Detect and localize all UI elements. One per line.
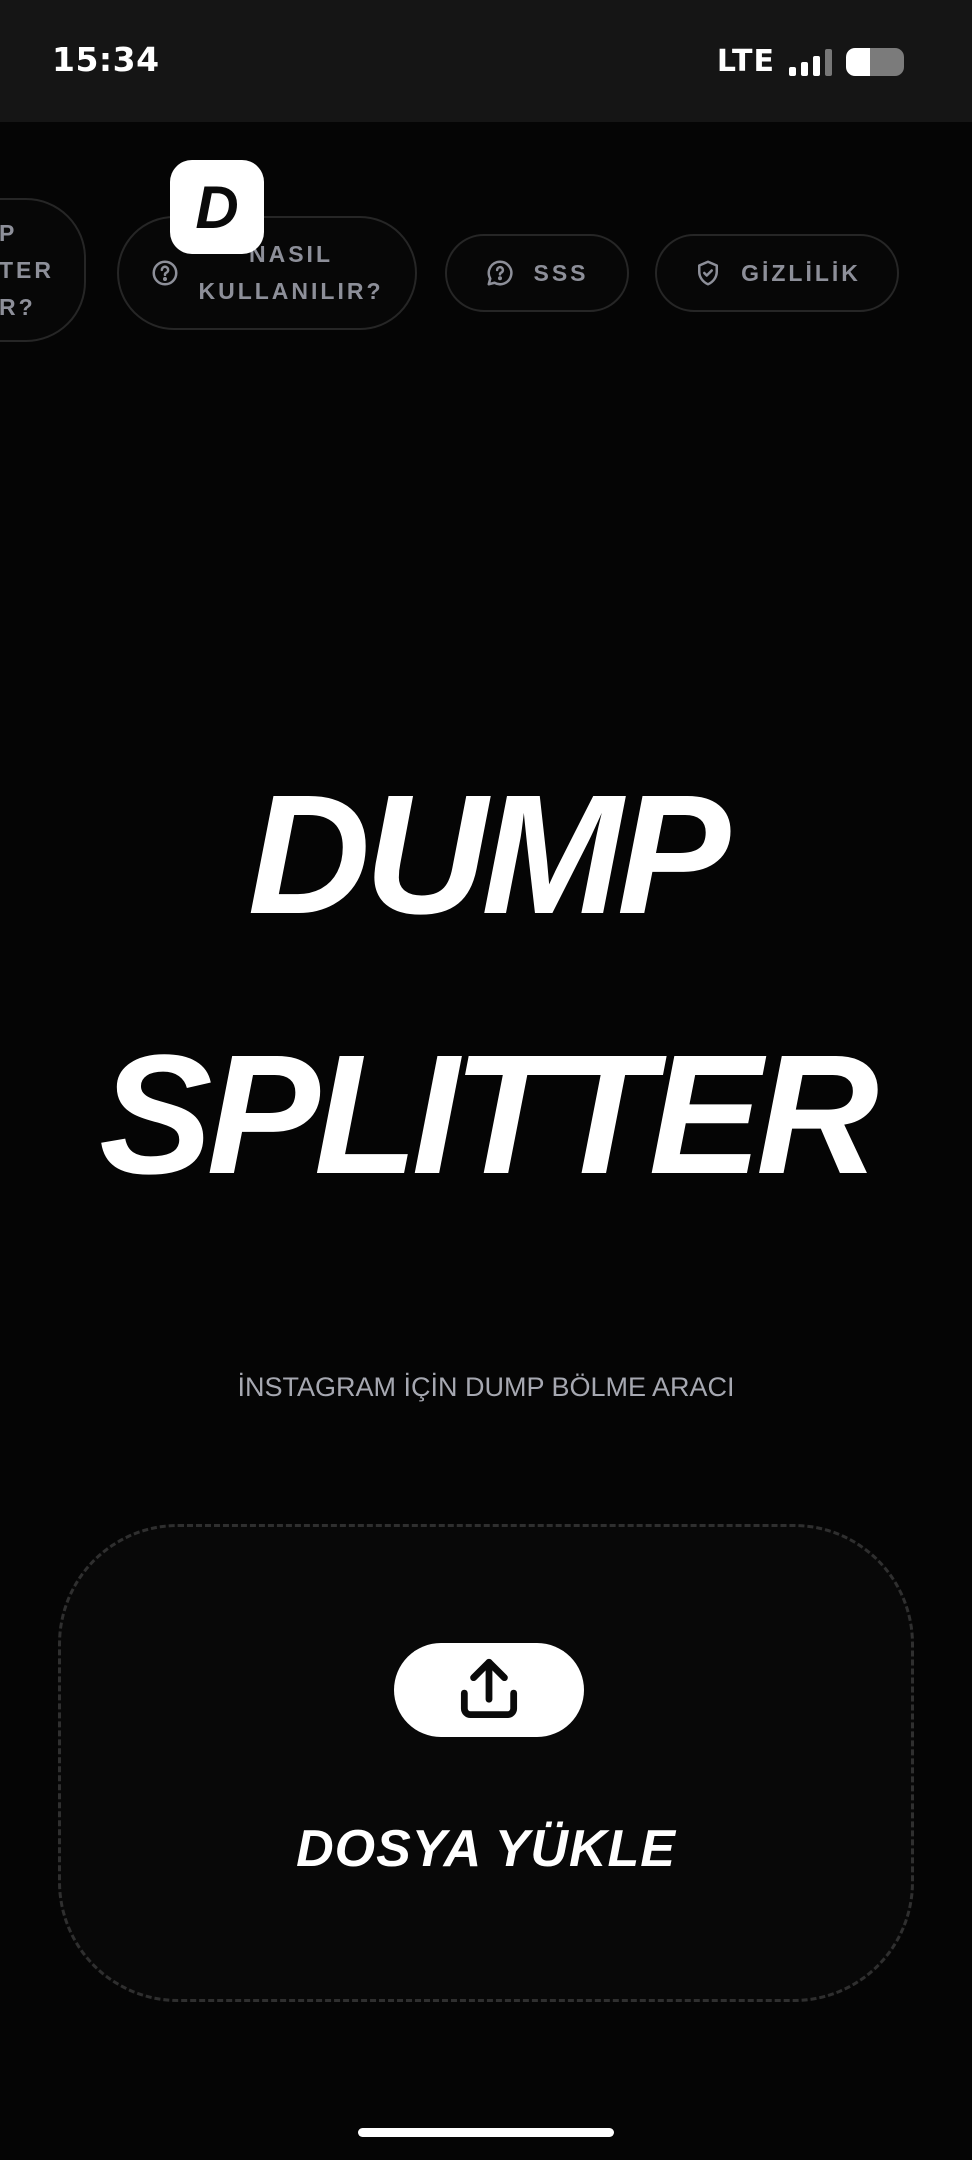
nav-chip-faq-label: SSS	[533, 259, 589, 286]
nav-chip-how-to-use[interactable]: NASIL KULLANILIR?	[117, 216, 417, 330]
status-bar: 15:34 LTE	[0, 0, 972, 122]
shield-check-icon	[698, 260, 719, 286]
upload-dropzone[interactable]: DOSYA YÜKLE	[58, 1524, 914, 2002]
home-indicator[interactable]	[358, 2128, 614, 2137]
nav-chip-partial[interactable]: P TER R?	[0, 198, 86, 342]
nav-chip-privacy[interactable]: GİZLİLİK	[655, 234, 899, 312]
upload-button[interactable]	[394, 1643, 584, 1737]
app-screen: 15:34 LTE P TER R? NASIL KULLANILIR? D S…	[0, 0, 972, 2160]
upload-label: DOSYA YÜKLE	[296, 1820, 676, 1878]
status-time: 15:34	[52, 40, 160, 79]
hero-subtitle: İNSTAGRAM İÇİN DUMP BÖLME ARACI	[237, 1372, 735, 1402]
signal-icon	[789, 48, 832, 76]
hero-title-line1: DUMP	[247, 760, 731, 950]
nav-chip-partial-label: P TER R?	[0, 219, 54, 320]
upload-icon	[460, 1658, 518, 1719]
chat-question-icon	[487, 260, 514, 286]
status-indicators: LTE	[717, 44, 904, 79]
app-logo[interactable]: D	[170, 160, 264, 254]
network-type: LTE	[716, 44, 775, 79]
nav-chip-faq[interactable]: SSS	[445, 234, 629, 312]
battery-icon	[846, 47, 904, 76]
hero-title-line2: SPLITTER	[99, 1020, 879, 1210]
help-circle-icon	[152, 260, 178, 286]
nav-chip-privacy-label: GİZLİLİK	[741, 259, 861, 286]
